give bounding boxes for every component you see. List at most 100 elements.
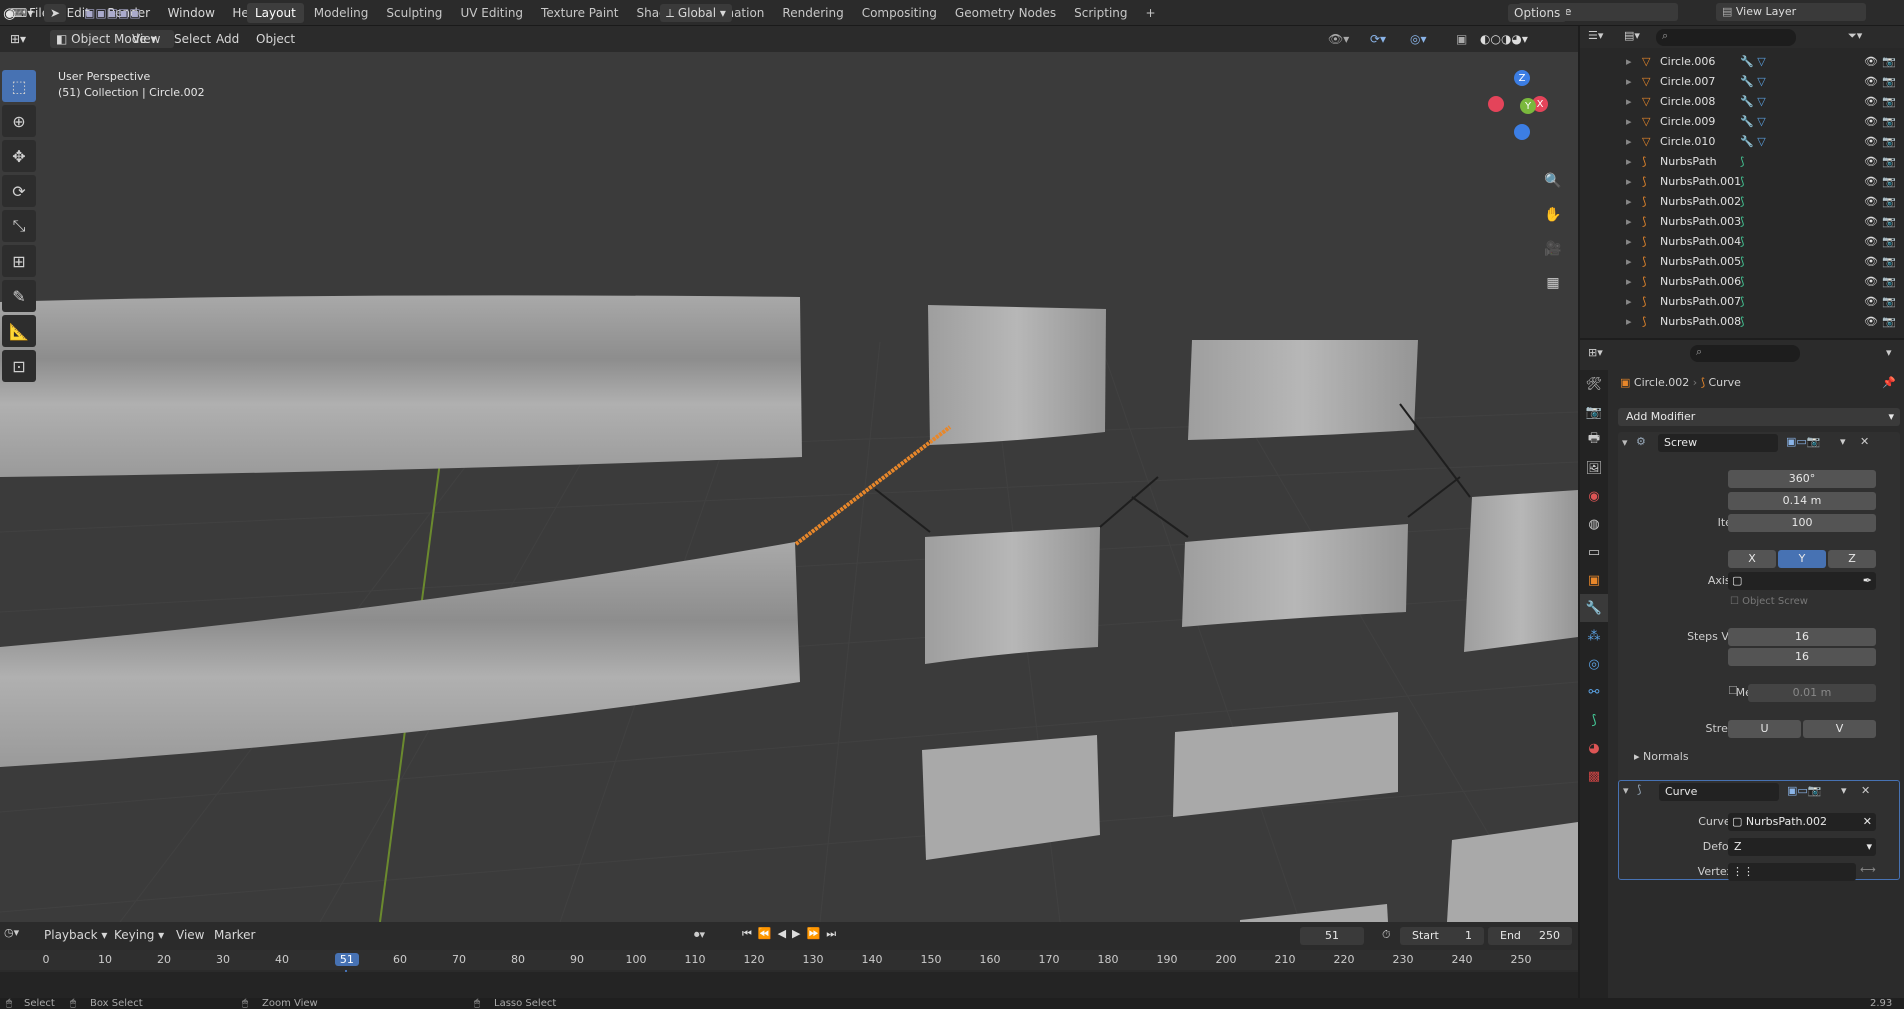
eye-icon[interactable]: 👁 xyxy=(1864,92,1878,112)
axis-y-button[interactable]: Y xyxy=(1778,550,1826,568)
eye-icon[interactable]: 👁 xyxy=(1864,212,1878,232)
axis-z-button[interactable]: Z xyxy=(1828,550,1876,568)
camera-render-icon[interactable]: 📷 xyxy=(1882,212,1896,232)
modifier-menu-icon[interactable]: ▾ xyxy=(1841,784,1847,797)
outliner-item-name[interactable]: NurbsPath.002 xyxy=(1660,192,1741,212)
eye-icon[interactable]: 👁 xyxy=(1864,132,1878,152)
display-mode-icon[interactable]: ▤▾ xyxy=(1624,29,1640,42)
outliner-row[interactable]: ▸ ⟆ NurbsPath.005 ⟆ 👁 📷 xyxy=(1580,252,1904,272)
object-tab-icon[interactable]: ▣ xyxy=(1580,566,1608,594)
outliner-row[interactable]: ▸ ▽ Circle.008 🔧 ▽ 👁 📷 xyxy=(1580,92,1904,112)
outliner-item-name[interactable]: Circle.006 xyxy=(1660,52,1715,72)
outliner-item-name[interactable]: NurbsPath.007 xyxy=(1660,292,1741,312)
constraints-tab-icon[interactable]: ⚯ xyxy=(1580,678,1608,706)
modifier-menu-icon[interactable]: ▾ xyxy=(1840,435,1846,448)
gizmo-y-axis[interactable]: Y xyxy=(1520,98,1536,114)
expand-arrow-icon[interactable]: ▸ xyxy=(1626,92,1632,112)
outliner-item-name[interactable]: NurbsPath.005 xyxy=(1660,252,1741,272)
clear-icon[interactable]: ✕ xyxy=(1863,813,1872,831)
selected-rope-circle-002[interactable] xyxy=(794,425,952,546)
tab-texture-paint[interactable]: Texture Paint xyxy=(533,3,626,23)
outliner-row[interactable]: ▸ ⟆ NurbsPath.006 ⟆ 👁 📷 xyxy=(1580,272,1904,292)
angle-field[interactable]: 360° xyxy=(1728,470,1876,488)
visibility-icon[interactable]: 👁▾ xyxy=(1322,30,1355,48)
modifier-visibility-icons[interactable]: ▣▭📷 xyxy=(1786,435,1820,448)
gizmo-neg-z-axis[interactable] xyxy=(1514,124,1530,140)
screw-field[interactable]: 0.14 m xyxy=(1728,492,1876,510)
outliner-item-name[interactable]: NurbsPath xyxy=(1660,152,1717,172)
navigation-gizmo[interactable]: Z X Y xyxy=(1488,70,1562,144)
eye-icon[interactable]: 👁 xyxy=(1864,172,1878,192)
expand-arrow-icon[interactable]: ▸ xyxy=(1626,272,1632,292)
menu-marker[interactable]: Marker xyxy=(208,926,261,944)
properties-editor-icon[interactable]: ⊞▾ xyxy=(1588,346,1603,359)
pan-hand-icon[interactable]: ✋ xyxy=(1540,202,1566,228)
outliner-editor-icon[interactable]: ☰▾ xyxy=(1588,29,1603,42)
output-tab-icon[interactable]: 🖶 xyxy=(1580,426,1608,454)
camera-render-icon[interactable]: 📷 xyxy=(1882,52,1896,72)
camera-render-icon[interactable]: 📷 xyxy=(1882,192,1896,212)
rotate-tool-icon[interactable]: ⟳ xyxy=(2,175,36,207)
perspective-grid-icon[interactable]: ▦ xyxy=(1540,270,1566,296)
outliner-row[interactable]: ▸ ▽ Circle.006 🔧 ▽ 👁 📷 xyxy=(1580,52,1904,72)
eye-icon[interactable]: 👁 xyxy=(1864,232,1878,252)
camera-render-icon[interactable]: 📷 xyxy=(1882,252,1896,272)
eye-icon[interactable]: 👁 xyxy=(1864,52,1878,72)
tab-sculpting[interactable]: Sculpting xyxy=(378,3,450,23)
steps-viewport-field[interactable]: 16 xyxy=(1728,628,1876,646)
stopwatch-icon[interactable]: ⏱ xyxy=(1382,928,1391,942)
stretch-u-button[interactable]: U xyxy=(1728,720,1801,738)
cursor-tool-icon[interactable]: ⊕ xyxy=(2,105,36,137)
select-tool-icon[interactable]: ➤ xyxy=(44,4,67,22)
outliner-row[interactable]: ▸ ⟆ NurbsPath.008 ⟆ 👁 📷 xyxy=(1580,312,1904,332)
playhead-frame-label[interactable]: 51 xyxy=(334,953,359,966)
menu-window[interactable]: Window xyxy=(161,0,222,26)
outliner-row[interactable]: ▸ ⟆ NurbsPath.004 ⟆ 👁 📷 xyxy=(1580,232,1904,252)
eye-icon[interactable]: 👁 xyxy=(1864,112,1878,132)
expand-arrow-icon[interactable]: ▸ xyxy=(1626,52,1632,72)
collection-tab-icon[interactable]: ▭ xyxy=(1580,538,1608,566)
camera-render-icon[interactable]: 📷 xyxy=(1882,92,1896,112)
outliner-item-name[interactable]: Circle.008 xyxy=(1660,92,1715,112)
camera-render-icon[interactable]: 📷 xyxy=(1882,232,1896,252)
merge-checkbox[interactable]: ☐ xyxy=(1728,684,1738,697)
tab-geometry-nodes[interactable]: Geometry Nodes xyxy=(947,3,1064,23)
outliner-row[interactable]: ▸ ▽ Circle.007 🔧 ▽ 👁 📷 xyxy=(1580,72,1904,92)
remove-modifier-icon[interactable]: ✕ xyxy=(1860,435,1869,448)
stretch-v-button[interactable]: V xyxy=(1803,720,1876,738)
camera-render-icon[interactable]: 📷 xyxy=(1882,152,1896,172)
tool-tab-icon[interactable]: 🛠 xyxy=(1580,370,1608,398)
move-tool-icon[interactable]: ✥ xyxy=(2,140,36,172)
outliner-row[interactable]: ▸ ⟆ NurbsPath.002 ⟆ 👁 📷 xyxy=(1580,192,1904,212)
eyedropper-icon[interactable]: ✒ xyxy=(1863,572,1872,590)
modifier-tab-icon[interactable]: 🔧 xyxy=(1580,594,1608,622)
scale-tool-icon[interactable]: ⤡ xyxy=(2,210,36,242)
expand-arrow-icon[interactable]: ▸ xyxy=(1626,252,1632,272)
outliner-item-name[interactable]: Circle.010 xyxy=(1660,132,1715,152)
measure-tool-icon[interactable]: 📐 xyxy=(2,315,36,347)
tab-layout[interactable]: Layout xyxy=(247,3,304,23)
camera-render-icon[interactable]: 📷 xyxy=(1882,172,1896,192)
editor-menu-icon[interactable]: ⌨▾ xyxy=(4,4,39,22)
current-frame-field[interactable]: 51 xyxy=(1300,927,1364,945)
options-button[interactable]: Options xyxy=(1508,4,1567,22)
3d-viewport[interactable]: User Perspective (51) Collection | Circl… xyxy=(0,52,1578,922)
expand-arrow-icon[interactable]: ▸ xyxy=(1626,172,1632,192)
end-frame-field[interactable]: End 250 xyxy=(1488,927,1572,945)
outliner-item-name[interactable]: NurbsPath.001 xyxy=(1660,172,1741,192)
collapse-arrow-icon[interactable]: ▾ xyxy=(1622,436,1628,449)
tab-compositing[interactable]: Compositing xyxy=(854,3,945,23)
select-mode-icons[interactable]: ▣▣▣▣▣ xyxy=(78,4,147,22)
tab-uv-editing[interactable]: UV Editing xyxy=(452,3,531,23)
expand-arrow-icon[interactable]: ▸ xyxy=(1626,212,1632,232)
view-layer-tab-icon[interactable]: 🖼 xyxy=(1580,454,1608,482)
outliner-row[interactable]: ▸ ▽ Circle.010 🔧 ▽ 👁 📷 xyxy=(1580,132,1904,152)
outliner-item-name[interactable]: Circle.009 xyxy=(1660,112,1715,132)
axis-x-button[interactable]: X xyxy=(1728,550,1776,568)
physics-tab-icon[interactable]: ◎ xyxy=(1580,650,1608,678)
collapse-arrow-icon[interactable]: ▾ xyxy=(1623,784,1629,797)
annotate-tool-icon[interactable]: ✎ xyxy=(2,280,36,312)
add-workspace-icon[interactable]: + xyxy=(1138,3,1164,23)
orientation-selector[interactable]: ⟂ Global ▾ xyxy=(660,4,732,22)
timeline-editor-icon[interactable]: ◷▾ xyxy=(4,926,19,939)
